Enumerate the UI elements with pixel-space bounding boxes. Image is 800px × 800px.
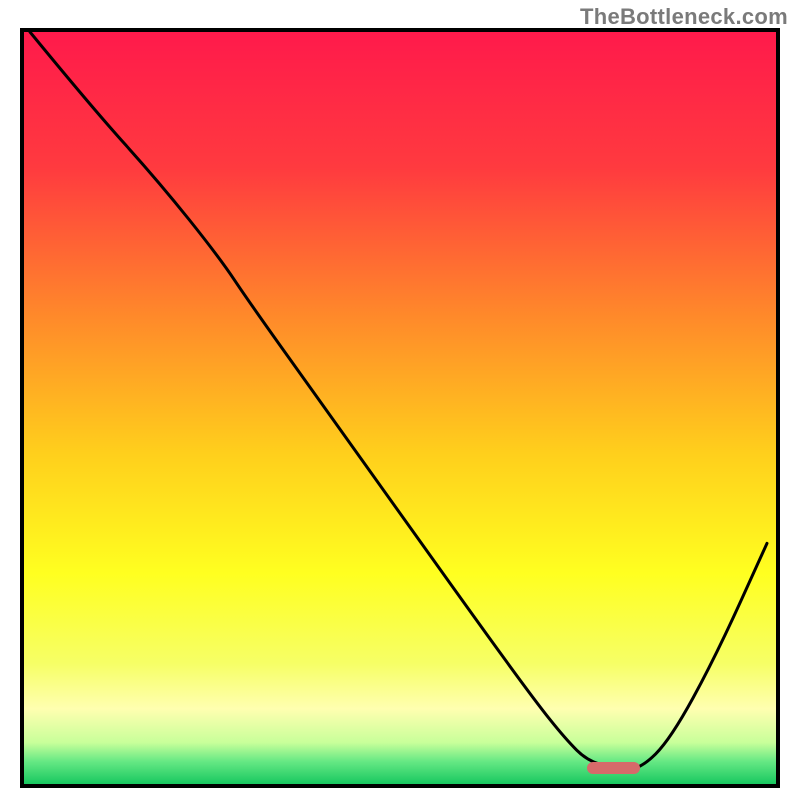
optimal-range-marker	[587, 762, 640, 774]
bottleneck-curve	[24, 32, 776, 784]
chart-stage: TheBottleneck.com	[0, 0, 800, 800]
plot-area	[20, 28, 780, 788]
watermark-label: TheBottleneck.com	[580, 4, 788, 30]
